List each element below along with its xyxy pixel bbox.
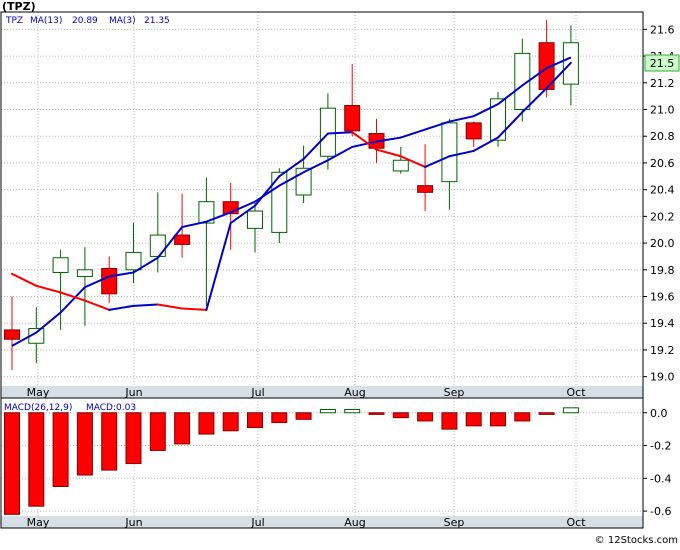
macd-bar: [319, 408, 336, 414]
legend-ma13-label: MA(13): [30, 16, 62, 26]
macd-bar: [28, 412, 45, 507]
price-ytick-label: 20.8: [650, 130, 675, 143]
ma3-segment: [132, 303, 159, 307]
candle-body: [101, 267, 118, 295]
macd-bar: [562, 407, 579, 414]
candle-body: [319, 107, 336, 157]
price-ytick-label: 20.6: [650, 157, 675, 170]
macd-bar: [101, 412, 118, 471]
macd-bar: [76, 412, 93, 476]
macd-ytick-label: -0.2: [650, 440, 671, 453]
price-ytick-label: 19.2: [650, 344, 675, 357]
candle-body: [417, 185, 434, 193]
legend-symbol: TPZ: [5, 16, 23, 26]
candle-body: [174, 234, 191, 245]
macd-panel: [0, 397, 644, 529]
price-xtick-label: May: [27, 386, 50, 399]
macd-bar: [441, 412, 458, 430]
macd-bar: [4, 412, 20, 515]
macd-bar: [174, 412, 191, 445]
chart-canvas: 19.0 19.2 19.4 19.6 19.8 20.0 20.2 20.4 20.6 20.8…: [0, 0, 680, 546]
candle-body: [125, 251, 142, 271]
macd-bar: [271, 412, 288, 424]
candle-body: [52, 257, 69, 273]
price-xtick-label: Sep: [444, 386, 465, 399]
price-ytick-label: 19.4: [650, 317, 675, 330]
ma3-segment: [181, 307, 208, 311]
macd-bar: [514, 412, 531, 422]
candle-body: [392, 159, 409, 172]
macd-ytick-label: -0.4: [650, 472, 671, 485]
macd-value: MACD:0.03: [86, 403, 136, 413]
macd-xtick-label: Sep: [444, 516, 465, 529]
candle-body: [149, 234, 166, 257]
price-ytick-label: 21.0: [650, 104, 675, 117]
price-ytick-label: 21.6: [650, 23, 675, 36]
macd-bar: [344, 408, 361, 414]
stock-chart: 19.0 19.2 19.4 19.6 19.8 20.0 20.2 20.4 20.6 20.8…: [0, 0, 680, 546]
macd-bar: [198, 412, 215, 435]
candle-body: [247, 210, 263, 229]
macd-bar: [465, 412, 482, 427]
candle-body: [465, 122, 482, 140]
price-ytick-label: 20.0: [650, 237, 675, 250]
macd-bar: [490, 412, 506, 427]
macd-bar: [52, 412, 69, 487]
macd-bar: [538, 412, 555, 415]
macd-bar: [368, 412, 385, 415]
macd-ytick-label: -0.6: [650, 505, 671, 518]
candle-body: [441, 122, 458, 183]
macd-xtick-label: May: [27, 516, 50, 529]
last-price-value: 21.5: [650, 57, 675, 70]
macd-bar: [247, 412, 263, 428]
last-price-tag: 21.5: [644, 54, 680, 72]
price-ytick-label: 20.2: [650, 210, 675, 223]
macd-xtick-label: Aug: [344, 516, 365, 529]
macd-xaxis-band: [1, 516, 643, 528]
legend-ma3-label: MA(3): [109, 16, 136, 26]
macd-bar: [222, 412, 239, 432]
macd-xtick-label: Jun: [124, 516, 142, 529]
macd-label: MACD(26,12,9): [4, 403, 72, 413]
macd-xtick-label: Oct: [566, 516, 586, 529]
macd-legend: MACD(26,12,9) MACD:0.03: [4, 403, 136, 413]
price-ytick-label: 19.6: [650, 291, 675, 304]
price-legend: TPZ MA(13) 20.89 MA(3) 21.35: [5, 16, 170, 26]
watermark: © 12Stocks.com: [595, 535, 678, 546]
macd-bar: [125, 412, 142, 465]
candle-up: [271, 168, 288, 244]
price-xtick-label: Aug: [344, 386, 365, 399]
price-ytick-label: 21.2: [650, 77, 675, 90]
macd-bar: [392, 412, 409, 419]
chart-title: (TPZ): [2, 0, 36, 13]
price-ytick-label: 19.0: [650, 371, 675, 384]
macd-bar: [417, 412, 434, 422]
legend-ma13-value: 20.89: [72, 16, 98, 26]
macd-ytick-label: 0.0: [650, 407, 668, 420]
price-ytick-label: 20.4: [650, 184, 675, 197]
price-xtick-label: Jun: [124, 386, 142, 399]
ma3-segment: [326, 131, 354, 135]
price-xtick-label: Oct: [566, 386, 586, 399]
macd-bar: [149, 412, 166, 451]
price-ytick-label: 19.8: [650, 264, 675, 277]
candle-body: [344, 105, 361, 132]
macd-xtick-label: Jul: [250, 516, 264, 529]
macd-bar: [295, 412, 312, 420]
candle-body: [76, 269, 93, 277]
candle-body: [4, 329, 20, 340]
price-xaxis-band: [1, 386, 643, 398]
price-xtick-label: Jul: [250, 386, 264, 399]
legend-ma3-value: 21.35: [144, 16, 170, 26]
